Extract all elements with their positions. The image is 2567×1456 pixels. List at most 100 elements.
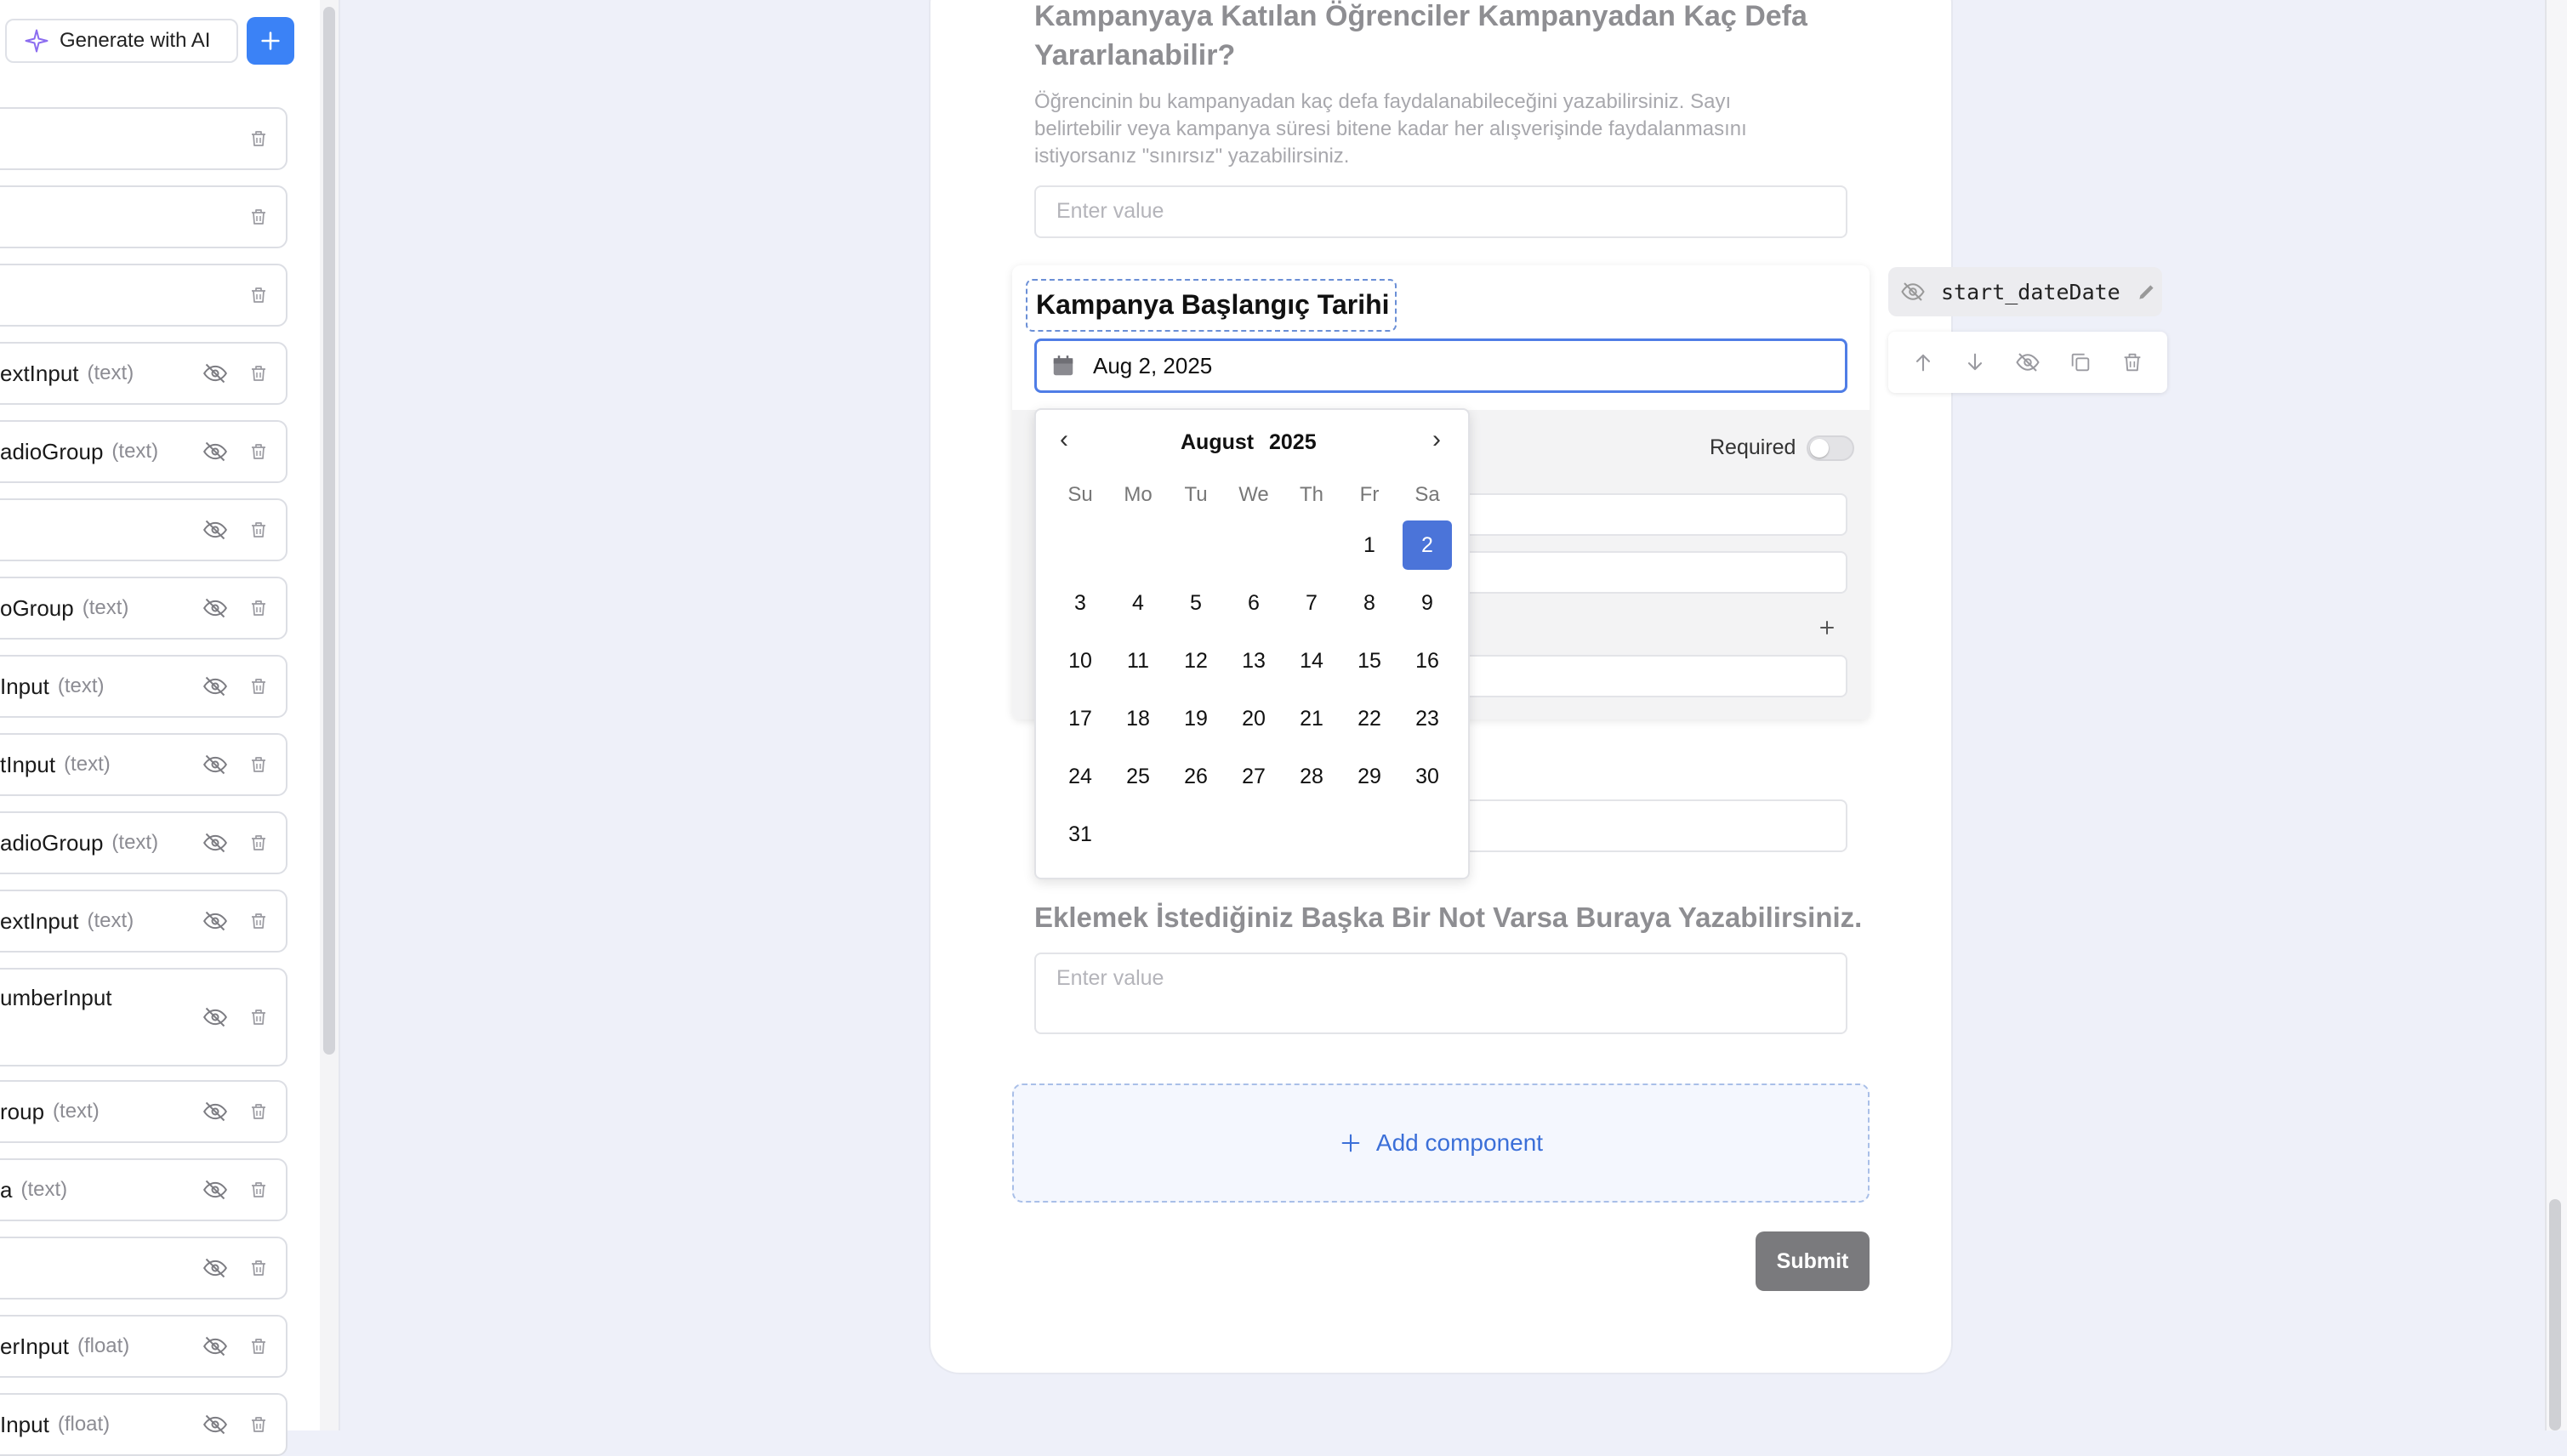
sidebar-component-item[interactable] (0, 185, 287, 248)
trash-icon[interactable] (248, 441, 269, 462)
trash-icon[interactable] (248, 520, 269, 540)
sidebar-component-item[interactable]: erInput (float) (0, 1315, 287, 1378)
calendar-day[interactable]: 27 (1229, 752, 1278, 801)
trash-icon[interactable] (248, 363, 269, 384)
calendar-day[interactable]: 14 (1287, 636, 1336, 685)
calendar-day[interactable]: 5 (1171, 578, 1221, 628)
form-input[interactable] (1446, 799, 1847, 852)
eye-off-icon[interactable] (201, 361, 230, 385)
calendar-day[interactable]: 6 (1229, 578, 1278, 628)
settings-field[interactable] (1446, 655, 1847, 697)
sidebar-component-item[interactable]: Input (float) (0, 1393, 287, 1456)
component-title[interactable]: Kampanya Başlangıç Tarihi (1036, 289, 1390, 320)
calendar-day[interactable]: 30 (1403, 752, 1452, 801)
sidebar-component-item[interactable] (0, 1237, 287, 1300)
eye-off-icon[interactable] (201, 1178, 230, 1202)
sidebar-component-item[interactable]: oGroup (text) (0, 577, 287, 640)
calendar-day[interactable]: 13 (1229, 636, 1278, 685)
eye-off-icon[interactable] (201, 753, 230, 776)
eye-off-icon[interactable] (1900, 279, 1926, 304)
add-component-button[interactable]: Add component (1012, 1083, 1870, 1203)
calendar-day[interactable]: 4 (1113, 578, 1163, 628)
prev-month-button[interactable]: ‹ (1060, 425, 1068, 454)
sidebar-component-item[interactable]: a (text) (0, 1158, 287, 1221)
calendar-day[interactable]: 18 (1113, 694, 1163, 743)
sidebar-component-item[interactable] (0, 498, 287, 561)
calendar-day[interactable]: 11 (1113, 636, 1163, 685)
trash-icon[interactable] (248, 833, 269, 853)
settings-field[interactable] (1446, 551, 1847, 594)
eye-off-icon[interactable] (201, 909, 230, 933)
calendar-day-selected[interactable]: 2 (1403, 520, 1452, 570)
trash-icon[interactable] (248, 676, 269, 697)
date-input[interactable]: Aug 2, 2025 (1034, 338, 1847, 393)
eye-off-icon[interactable] (201, 1005, 230, 1029)
eye-off-icon[interactable] (201, 1100, 230, 1123)
note-input[interactable]: Enter value (1034, 953, 1847, 1034)
eye-off-icon[interactable] (201, 1256, 230, 1280)
trash-icon[interactable] (248, 207, 269, 227)
sidebar-component-item[interactable]: roup (text) (0, 1080, 287, 1143)
generate-with-ai-button[interactable]: Generate with AI (5, 19, 238, 63)
calendar-day[interactable]: 10 (1056, 636, 1105, 685)
calendar-day[interactable]: 20 (1229, 694, 1278, 743)
trash-icon[interactable] (248, 128, 269, 149)
calendar-day[interactable]: 31 (1056, 810, 1105, 859)
calendar-day[interactable]: 15 (1345, 636, 1394, 685)
sidebar-component-item[interactable]: adioGroup (text) (0, 811, 287, 874)
sidebar-component-item[interactable] (0, 107, 287, 170)
sidebar-component-item[interactable]: extInput (text) (0, 890, 287, 953)
trash-icon[interactable] (248, 1007, 269, 1027)
sidebar-component-item[interactable]: Input (text) (0, 655, 287, 718)
eye-off-icon[interactable] (201, 1334, 230, 1358)
sidebar-component-item[interactable]: adioGroup (text) (0, 420, 287, 483)
submit-button[interactable]: Submit (1756, 1231, 1870, 1291)
trash-icon[interactable] (248, 911, 269, 931)
calendar-day[interactable]: 3 (1056, 578, 1105, 628)
calendar-day[interactable]: 19 (1171, 694, 1221, 743)
calendar-day[interactable]: 28 (1287, 752, 1336, 801)
eye-off-icon[interactable] (201, 518, 230, 542)
sidebar-component-item[interactable]: umberInput (0, 968, 287, 1066)
trash-icon[interactable] (2120, 350, 2144, 374)
calendar-day[interactable]: 17 (1056, 694, 1105, 743)
add-option-icon[interactable] (1817, 617, 1837, 638)
eye-off-icon[interactable] (201, 831, 230, 855)
eye-off-icon[interactable] (2015, 350, 2041, 375)
editable-title-box[interactable]: Kampanya Başlangıç Tarihi (1026, 279, 1397, 332)
calendar-day[interactable]: 22 (1345, 694, 1394, 743)
add-button[interactable] (247, 17, 294, 65)
calendar-day[interactable]: 8 (1345, 578, 1394, 628)
trash-icon[interactable] (248, 1258, 269, 1278)
trash-icon[interactable] (248, 1414, 269, 1435)
calendar-day[interactable]: 23 (1403, 694, 1452, 743)
sidebar-component-item[interactable]: tInput (text) (0, 733, 287, 796)
sidebar-component-item[interactable]: extInput (text) (0, 342, 287, 405)
arrow-up-icon[interactable] (1911, 350, 1935, 374)
calendar-day[interactable]: 1 (1345, 520, 1394, 570)
eye-off-icon[interactable] (201, 596, 230, 620)
eye-off-icon[interactable] (201, 674, 230, 698)
calendar-day[interactable]: 25 (1113, 752, 1163, 801)
usage-count-input[interactable]: Enter value (1034, 185, 1847, 238)
eye-off-icon[interactable] (201, 440, 230, 464)
calendar-day[interactable]: 7 (1287, 578, 1336, 628)
trash-icon[interactable] (248, 1336, 269, 1356)
pencil-icon[interactable] (2136, 281, 2158, 303)
trash-icon[interactable] (248, 1180, 269, 1200)
arrow-down-icon[interactable] (1963, 350, 1987, 374)
calendar-day[interactable]: 16 (1403, 636, 1452, 685)
trash-icon[interactable] (248, 285, 269, 305)
settings-field[interactable] (1446, 493, 1847, 536)
next-month-button[interactable]: › (1432, 425, 1441, 454)
calendar-day[interactable]: 29 (1345, 752, 1394, 801)
trash-icon[interactable] (248, 1101, 269, 1122)
trash-icon[interactable] (248, 754, 269, 775)
calendar-day[interactable]: 26 (1171, 752, 1221, 801)
main-scrollbar-thumb[interactable] (2549, 1199, 2561, 1430)
sidebar-scrollbar-thumb[interactable] (323, 7, 335, 1055)
duplicate-icon[interactable] (2069, 350, 2092, 374)
sidebar-component-item[interactable] (0, 264, 287, 327)
calendar-day[interactable]: 21 (1287, 694, 1336, 743)
calendar-day[interactable]: 24 (1056, 752, 1105, 801)
